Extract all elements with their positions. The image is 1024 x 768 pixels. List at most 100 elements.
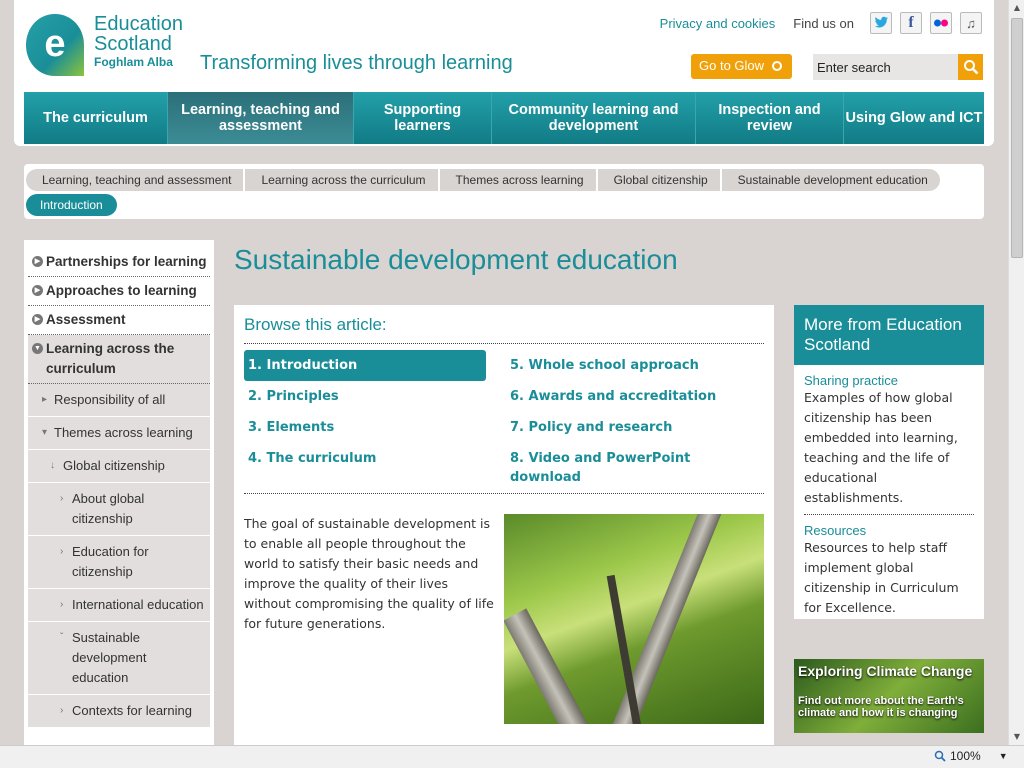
resources-link[interactable]: Resources xyxy=(804,523,974,538)
find-us-label: Find us on xyxy=(793,15,854,31)
search-box xyxy=(813,54,983,80)
chevron-right-icon: ▶ xyxy=(32,256,43,267)
toc-column-right: 5. Whole school approach 6. Awards and a… xyxy=(506,350,762,493)
breadcrumb-current[interactable]: Introduction xyxy=(26,194,117,216)
leftnav-approaches[interactable]: ▶ Approaches to learning xyxy=(28,277,210,306)
scroll-up-icon[interactable]: ▲ xyxy=(1009,0,1024,16)
chevron-down-icon: ▾ xyxy=(42,427,48,438)
browse-heading: Browse this article: xyxy=(244,315,764,344)
sidebar-body: Sharing practice Examples of how global … xyxy=(794,365,984,626)
left-nav: ▶ Partnerships for learning ▶ Approaches… xyxy=(24,240,214,750)
toc-item-principles[interactable]: 2. Principles xyxy=(244,381,486,412)
search-button[interactable] xyxy=(958,54,983,80)
leftnav-contexts[interactable]: › Contexts for learning xyxy=(28,695,210,728)
search-input[interactable] xyxy=(813,54,958,80)
leftnav-partnerships[interactable]: ▶ Partnerships for learning xyxy=(28,248,210,277)
vertical-scrollbar[interactable]: ▲ ▼ xyxy=(1008,0,1024,745)
leftnav-label: Themes across learning xyxy=(54,425,193,440)
leftnav-label: Partnerships for learning xyxy=(46,254,207,269)
chevron-down-icon: ▼ xyxy=(998,751,1008,761)
sidebar-heading: More from Education Scotland xyxy=(794,305,984,365)
music-icon[interactable]: ♫ xyxy=(960,12,982,34)
go-to-glow-button[interactable]: Go to Glow xyxy=(691,54,792,79)
toc-item-introduction[interactable]: 1. Introduction xyxy=(244,350,486,381)
article-toc: 1. Introduction 2. Principles 3. Element… xyxy=(244,344,764,494)
logo-line-education: Education xyxy=(94,13,183,35)
status-bar: 100% ▼ xyxy=(0,745,1024,768)
search-icon xyxy=(963,60,978,75)
facebook-icon[interactable]: f xyxy=(900,12,922,34)
toc-item-elements[interactable]: 3. Elements xyxy=(244,412,486,443)
page-title: Sustainable development education xyxy=(234,244,678,275)
education-scotland-logo[interactable]: e xyxy=(24,12,86,78)
chevron-down-icon: ▼ xyxy=(32,343,43,354)
leftnav-education-citizenship[interactable]: › Education for citizenship xyxy=(28,536,210,589)
svg-text:e: e xyxy=(44,23,65,65)
toc-item-curriculum[interactable]: 4. The curriculum xyxy=(244,443,486,474)
chevron-right-icon: › xyxy=(60,493,64,504)
twitter-icon[interactable] xyxy=(870,12,892,34)
chevron-down-icon: ˇ xyxy=(60,632,64,643)
nav-item-curriculum[interactable]: The curriculum xyxy=(24,92,168,144)
toc-item-awards[interactable]: 6. Awards and accreditation xyxy=(506,381,762,412)
logo-line-scotland: Scotland xyxy=(94,33,172,55)
nav-item-learning-teaching[interactable]: Learning, teaching and assessment xyxy=(168,92,354,144)
breadcrumb-item[interactable]: Sustainable development education xyxy=(721,169,940,191)
leftnav-label: Contexts for learning xyxy=(72,703,192,718)
toc-item-whole-school[interactable]: 5. Whole school approach xyxy=(506,350,762,381)
chevron-right-icon: › xyxy=(60,546,64,557)
top-links: Privacy and cookies Find us on f ♫ xyxy=(660,12,982,34)
glow-icon xyxy=(771,61,782,71)
leftnav-global-citizenship[interactable]: ↓ Global citizenship xyxy=(28,450,210,483)
nav-item-supporting-learners[interactable]: Supporting learners xyxy=(354,92,492,144)
article-panel: Browse this article: 1. Introduction 2. … xyxy=(234,305,774,750)
leftnav-label: International education xyxy=(72,597,204,612)
leftnav-themes[interactable]: ▾ Themes across learning xyxy=(28,417,210,450)
sidebar-divider xyxy=(804,514,974,515)
toc-item-policy[interactable]: 7. Policy and research xyxy=(506,412,762,443)
leftnav-learning-across[interactable]: ▼ Learning across the curriculum xyxy=(28,335,210,384)
sharing-practice-text: Examples of how global citizenship has b… xyxy=(804,390,958,505)
leftnav-label: Learning across the curriculum xyxy=(46,341,175,376)
toc-column-left: 1. Introduction 2. Principles 3. Element… xyxy=(244,350,486,493)
chevron-right-icon: ▶ xyxy=(32,314,43,325)
breadcrumb-item[interactable]: Learning, teaching and assessment xyxy=(26,169,244,191)
zoom-control[interactable]: 100% ▼ xyxy=(934,749,1008,763)
nav-item-community-learning[interactable]: Community learning and development xyxy=(492,92,696,144)
breadcrumb: Learning, teaching and assessment Learni… xyxy=(24,164,984,219)
breadcrumb-item[interactable]: Global citizenship xyxy=(597,169,720,191)
flickr-icon[interactable] xyxy=(930,12,952,34)
leftnav-label: Approaches to learning xyxy=(46,283,197,298)
climate-change-banner[interactable]: Exploring Climate Change Find out more a… xyxy=(794,659,984,733)
sharing-practice-link[interactable]: Sharing practice xyxy=(804,373,974,388)
leftnav-label: Global citizenship xyxy=(63,458,165,473)
climate-banner-text: Find out more about the Earth's climate … xyxy=(798,695,964,719)
leftnav-about-global[interactable]: › About global citizenship xyxy=(28,483,210,536)
breadcrumb-item[interactable]: Themes across learning xyxy=(439,169,596,191)
chevron-right-icon: › xyxy=(60,705,64,716)
scroll-down-icon[interactable]: ▼ xyxy=(1009,729,1024,745)
more-from-sidebar: More from Education Scotland Sharing pra… xyxy=(794,305,984,619)
leftnav-assessment[interactable]: ▶ Assessment xyxy=(28,306,210,335)
toc-item-video[interactable]: 8. Video and PowerPoint download xyxy=(506,443,762,493)
leftnav-label: Education for citizenship xyxy=(72,544,149,579)
leftnav-international[interactable]: › International education xyxy=(28,589,210,622)
zoom-icon xyxy=(934,750,946,762)
nav-item-glow-ict[interactable]: Using Glow and ICT xyxy=(844,92,984,144)
privacy-link[interactable]: Privacy and cookies xyxy=(660,16,776,31)
leftnav-responsibility[interactable]: ▸ Responsibility of all xyxy=(28,384,210,417)
nav-item-inspection[interactable]: Inspection and review xyxy=(696,92,844,144)
arrow-down-icon: ↓ xyxy=(50,460,55,471)
leftnav-sustainable[interactable]: ˇ Sustainable development education xyxy=(28,622,210,695)
tree-trunk-shape xyxy=(504,608,611,724)
breadcrumb-item[interactable]: Learning across the curriculum xyxy=(245,169,438,191)
intro-text: The goal of sustainable development is t… xyxy=(244,516,494,631)
leftnav-label: Sustainable development education xyxy=(72,630,147,685)
scrollbar-thumb[interactable] xyxy=(1011,18,1023,258)
chevron-right-icon: ▶ xyxy=(32,285,43,296)
logo-text: Education Scotland Foghlam Alba xyxy=(94,14,183,70)
go-to-glow-label: Go to Glow xyxy=(699,58,765,73)
chevron-right-icon: › xyxy=(60,599,64,610)
intro-section: The goal of sustainable development is t… xyxy=(244,514,764,724)
resources-text: Resources to help staff implement global… xyxy=(804,540,959,615)
